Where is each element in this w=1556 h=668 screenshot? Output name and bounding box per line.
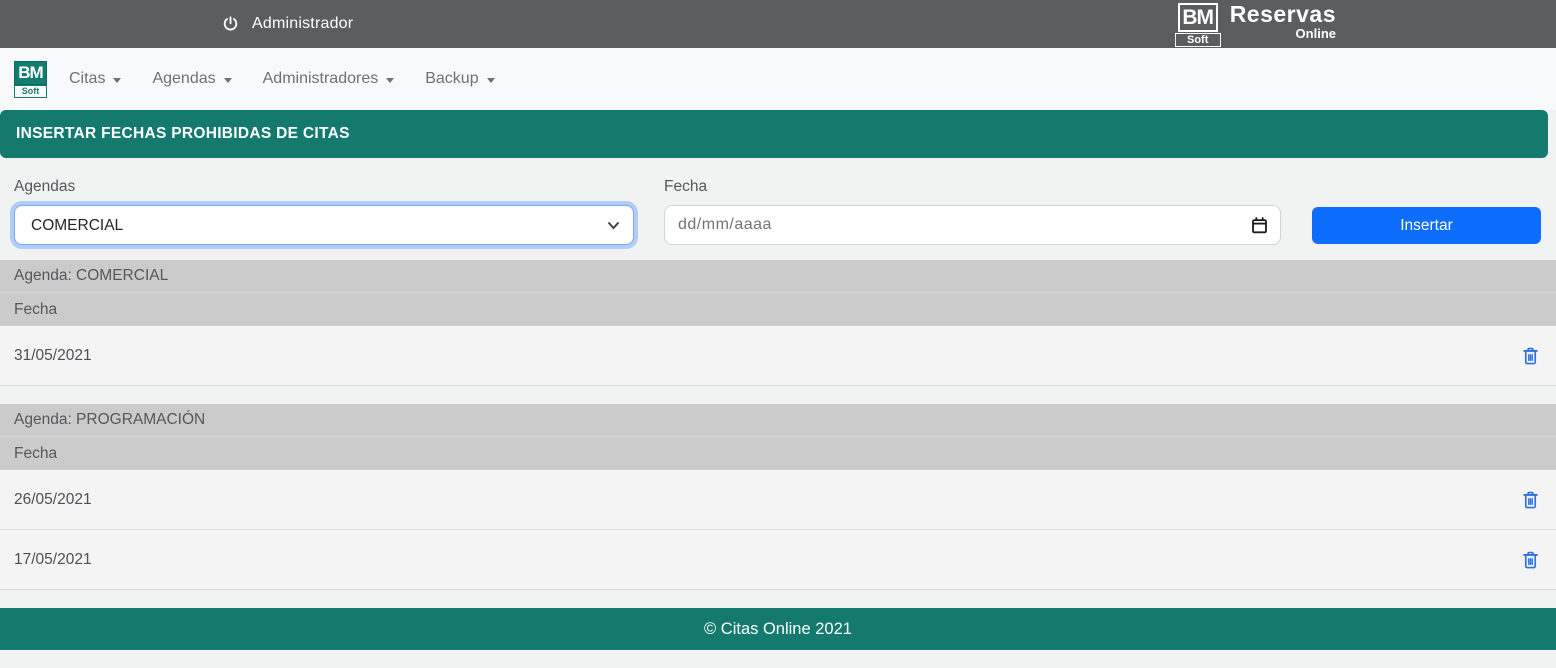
brand-bmsoft-box: BM Soft [1175, 3, 1221, 47]
page-title: INSERTAR FECHAS PROHIBIDAS DE CITAS [16, 125, 350, 143]
group-header: Agenda: COMERCIAL Fecha [0, 260, 1556, 326]
nav-item-administradores[interactable]: Administradores [263, 70, 395, 88]
nav-item-agendas-label: Agendas [152, 70, 215, 88]
copyright-text: © Citas Online 2021 [704, 620, 852, 639]
table-row: 31/05/2021 [0, 326, 1556, 386]
user-label: Administrador [252, 15, 353, 33]
row-date: 17/05/2021 [14, 551, 92, 569]
insert-form: Agendas COMERCIAL Fecha Insertar [0, 158, 1556, 245]
user-menu[interactable]: Administrador [222, 15, 353, 33]
agendas-field: Agendas COMERCIAL [14, 178, 634, 245]
navbar-logo-soft: Soft [14, 85, 47, 98]
nav-item-citas-label: Citas [69, 70, 105, 88]
delete-date-button[interactable] [1520, 549, 1541, 571]
caret-down-icon [386, 78, 394, 83]
submit-column: Insertar [1281, 178, 1541, 245]
fecha-field: Fecha [664, 178, 1281, 245]
nav-item-backup[interactable]: Backup [425, 70, 494, 88]
navbar: BM Soft Citas Agendas Administradores Ba… [0, 48, 1556, 110]
topbar: Administrador BM Soft Reservas Online [0, 0, 1556, 48]
footer: © Citas Online 2021 [0, 608, 1556, 650]
group-comercial: Agenda: COMERCIAL Fecha 31/05/2021 [0, 260, 1556, 386]
group-programacion: Agenda: PROGRAMACIÓN Fecha 26/05/2021 17… [0, 404, 1556, 590]
fecha-label: Fecha [664, 178, 1281, 196]
fecha-input-wrap [664, 205, 1281, 245]
navbar-logo[interactable]: BM Soft [14, 61, 47, 98]
caret-down-icon [113, 78, 121, 83]
agendas-label: Agendas [14, 178, 634, 196]
group-agenda-title: Agenda: PROGRAMACIÓN [0, 404, 1556, 437]
table-row: 17/05/2021 [0, 530, 1556, 590]
caret-down-icon [487, 78, 495, 83]
nav-item-backup-label: Backup [425, 70, 478, 88]
nav-item-citas[interactable]: Citas [69, 70, 121, 88]
caret-down-icon [224, 78, 232, 83]
agenda-select-wrap: COMERCIAL [14, 205, 634, 245]
brand-logo: BM Soft Reservas Online [1175, 3, 1336, 47]
delete-date-button[interactable] [1520, 345, 1541, 367]
page-title-bar: INSERTAR FECHAS PROHIBIDAS DE CITAS [0, 110, 1548, 158]
insertar-button[interactable]: Insertar [1312, 207, 1541, 244]
delete-date-button[interactable] [1520, 489, 1541, 511]
group-column-header: Fecha [0, 437, 1556, 470]
row-date: 31/05/2021 [14, 347, 92, 365]
nav-item-agendas[interactable]: Agendas [152, 70, 231, 88]
row-date: 26/05/2021 [14, 491, 92, 509]
fecha-input[interactable] [664, 205, 1281, 245]
nav-item-administradores-label: Administradores [263, 70, 379, 88]
trash-icon [1520, 549, 1541, 571]
brand-subtitle: Online [1230, 27, 1336, 40]
brand-title: Reservas [1230, 3, 1336, 26]
power-icon[interactable] [222, 15, 239, 33]
table-row: 26/05/2021 [0, 470, 1556, 530]
brand-bm-text: BM [1178, 3, 1218, 32]
trash-icon [1520, 345, 1541, 367]
navbar-logo-bm: BM [14, 61, 47, 85]
brand-title-block: Reservas Online [1230, 3, 1336, 40]
calendar-icon[interactable] [1250, 216, 1269, 235]
trash-icon [1520, 489, 1541, 511]
agenda-select[interactable]: COMERCIAL [14, 205, 634, 245]
group-column-header: Fecha [0, 293, 1556, 326]
brand-soft-text: Soft [1175, 33, 1221, 47]
group-header: Agenda: PROGRAMACIÓN Fecha [0, 404, 1556, 470]
group-agenda-title: Agenda: COMERCIAL [0, 260, 1556, 293]
